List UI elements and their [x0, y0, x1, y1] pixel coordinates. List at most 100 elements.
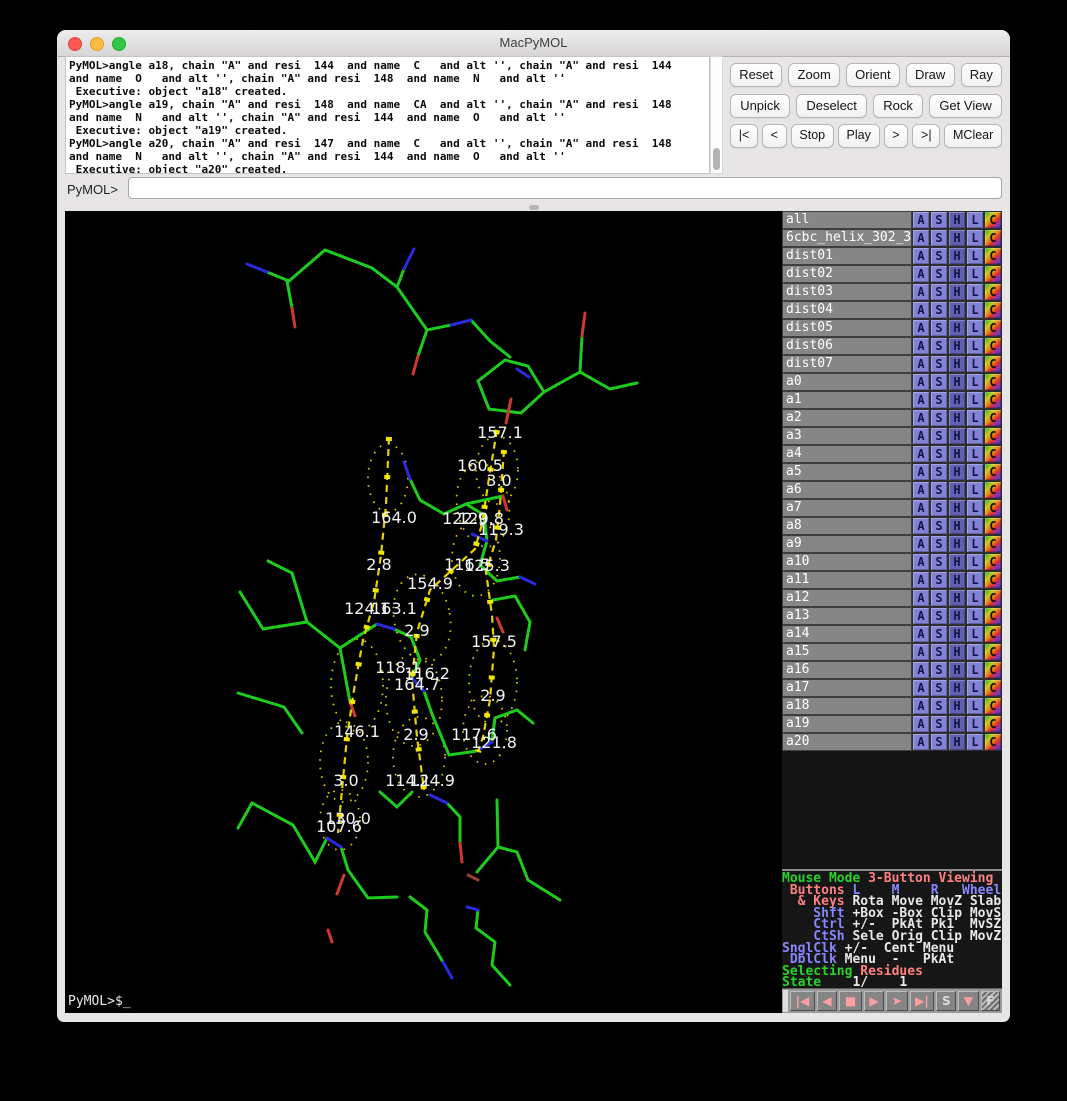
object-name[interactable]: 6cbc_helix_302_3 [782, 229, 912, 247]
object-s-button[interactable]: S [930, 481, 948, 499]
object-h-button[interactable]: H [948, 283, 966, 301]
menu-down-button[interactable]: ▼ [958, 991, 978, 1011]
orient-button[interactable]: Orient [846, 63, 900, 87]
>|-button[interactable]: >| [912, 124, 940, 148]
object-a-button[interactable]: A [912, 463, 930, 481]
object-s-button[interactable]: S [930, 463, 948, 481]
go-to-start-button[interactable]: |◀ [790, 991, 815, 1011]
object-l-button[interactable]: L [966, 301, 984, 319]
object-a-button[interactable]: A [912, 283, 930, 301]
object-s-button[interactable]: S [930, 535, 948, 553]
object-name[interactable]: dist05 [782, 319, 912, 337]
object-name[interactable]: dist06 [782, 337, 912, 355]
object-a-button[interactable]: A [912, 337, 930, 355]
object-c-button[interactable]: C [984, 517, 1002, 535]
object-a-button[interactable]: A [912, 643, 930, 661]
s-button[interactable]: S [936, 991, 956, 1011]
object-name[interactable]: a18 [782, 697, 912, 715]
object-a-button[interactable]: A [912, 607, 930, 625]
resize-grip[interactable]: F [981, 991, 1000, 1011]
object-l-button[interactable]: L [966, 517, 984, 535]
object-c-button[interactable]: C [984, 229, 1002, 247]
object-a-button[interactable]: A [912, 391, 930, 409]
object-l-button[interactable]: L [966, 499, 984, 517]
object-s-button[interactable]: S [930, 733, 948, 751]
object-name[interactable]: a3 [782, 427, 912, 445]
object-l-button[interactable]: L [966, 337, 984, 355]
mouse-panel[interactable]: Mouse Mode 3-Button Viewing Buttons L M … [782, 869, 1002, 988]
object-l-button[interactable]: L [966, 481, 984, 499]
object-a-button[interactable]: A [912, 247, 930, 265]
object-s-button[interactable]: S [930, 571, 948, 589]
pane-divider[interactable] [57, 204, 1010, 211]
object-name[interactable]: a2 [782, 409, 912, 427]
unpick-button[interactable]: Unpick [730, 94, 790, 118]
object-h-button[interactable]: H [948, 247, 966, 265]
object-c-button[interactable]: C [984, 481, 1002, 499]
object-c-button[interactable]: C [984, 499, 1002, 517]
object-a-button[interactable]: A [912, 373, 930, 391]
go-to-end-button[interactable]: ▶| [910, 991, 935, 1011]
object-name[interactable]: dist03 [782, 283, 912, 301]
object-s-button[interactable]: S [930, 391, 948, 409]
object-name[interactable]: dist01 [782, 247, 912, 265]
object-s-button[interactable]: S [930, 247, 948, 265]
object-h-button[interactable]: H [948, 553, 966, 571]
object-a-button[interactable]: A [912, 409, 930, 427]
object-h-button[interactable]: H [948, 337, 966, 355]
object-s-button[interactable]: S [930, 625, 948, 643]
object-s-button[interactable]: S [930, 589, 948, 607]
object-name[interactable]: dist07 [782, 355, 912, 373]
object-l-button[interactable]: L [966, 589, 984, 607]
object-name[interactable]: dist04 [782, 301, 912, 319]
object-h-button[interactable]: H [948, 427, 966, 445]
object-c-button[interactable]: C [984, 643, 1002, 661]
object-c-button[interactable]: C [984, 715, 1002, 733]
object-c-button[interactable]: C [984, 319, 1002, 337]
object-s-button[interactable]: S [930, 517, 948, 535]
object-l-button[interactable]: L [966, 643, 984, 661]
object-a-button[interactable]: A [912, 733, 930, 751]
object-c-button[interactable]: C [984, 463, 1002, 481]
object-l-button[interactable]: L [966, 319, 984, 337]
object-h-button[interactable]: H [948, 535, 966, 553]
object-a-button[interactable]: A [912, 625, 930, 643]
object-c-button[interactable]: C [984, 733, 1002, 751]
object-a-button[interactable]: A [912, 715, 930, 733]
object-c-button[interactable]: C [984, 301, 1002, 319]
object-l-button[interactable]: L [966, 265, 984, 283]
object-l-button[interactable]: L [966, 283, 984, 301]
object-l-button[interactable]: L [966, 247, 984, 265]
object-l-button[interactable]: L [966, 733, 984, 751]
object-name[interactable]: dist02 [782, 265, 912, 283]
object-l-button[interactable]: L [966, 427, 984, 445]
object-l-button[interactable]: L [966, 535, 984, 553]
object-c-button[interactable]: C [984, 265, 1002, 283]
object-h-button[interactable]: H [948, 607, 966, 625]
object-name[interactable]: a12 [782, 589, 912, 607]
object-c-button[interactable]: C [984, 661, 1002, 679]
object-s-button[interactable]: S [930, 427, 948, 445]
object-l-button[interactable]: L [966, 661, 984, 679]
object-c-button[interactable]: C [984, 337, 1002, 355]
object-s-button[interactable]: S [930, 679, 948, 697]
object-a-button[interactable]: A [912, 553, 930, 571]
object-a-button[interactable]: A [912, 571, 930, 589]
object-c-button[interactable]: C [984, 283, 1002, 301]
object-a-button[interactable]: A [912, 265, 930, 283]
<-button[interactable]: < [762, 124, 787, 148]
object-name[interactable]: a10 [782, 553, 912, 571]
object-h-button[interactable]: H [948, 445, 966, 463]
object-c-button[interactable]: C [984, 553, 1002, 571]
object-h-button[interactable]: H [948, 715, 966, 733]
object-a-button[interactable]: A [912, 697, 930, 715]
object-l-button[interactable]: L [966, 607, 984, 625]
object-a-button[interactable]: A [912, 445, 930, 463]
object-c-button[interactable]: C [984, 445, 1002, 463]
object-h-button[interactable]: H [948, 211, 966, 229]
object-a-button[interactable]: A [912, 679, 930, 697]
object-h-button[interactable]: H [948, 589, 966, 607]
object-l-button[interactable]: L [966, 715, 984, 733]
object-name[interactable]: a7 [782, 499, 912, 517]
titlebar[interactable]: MacPyMOL [57, 30, 1010, 57]
